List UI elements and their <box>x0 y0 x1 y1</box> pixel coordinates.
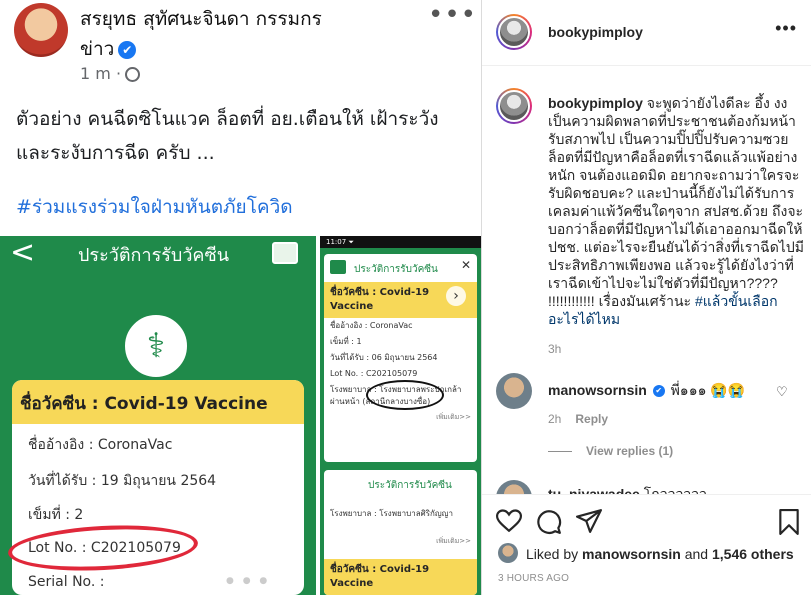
carousel-next-icon[interactable]: › <box>446 286 466 306</box>
liked-by-avatar[interactable] <box>498 543 518 563</box>
phone-more-link-2: เพิ่มเติม>> <box>436 537 471 545</box>
comments-list[interactable]: bookypimploy จะพูดว่ายังไงดีละ อึ้ง งง เ… <box>482 66 811 494</box>
comment-avatar[interactable] <box>496 373 532 409</box>
vaccine-app-icon <box>330 260 346 274</box>
vaccine-date-received: วันที่ได้รับ : 19 มิถุนายน 2564 <box>28 473 217 489</box>
caption-text: จะพูดว่ายังไงดีละ อึ้ง งง เป็นความผิดพลา… <box>548 95 804 309</box>
fb-author-name-line2: ข่าว ✔ <box>80 34 137 64</box>
liked-by-prefix: Liked by <box>526 546 583 562</box>
vaccine-history-title: ประวัติการรับวัคซีน <box>78 245 229 266</box>
vaccine-reference-name: ชื่ออ้างอิง : CoronaVac <box>28 437 173 453</box>
phone-card2-title: ประวัติการรับวัคซีน <box>368 480 452 491</box>
fb-more-icon: ••• <box>428 0 478 30</box>
comment-time[interactable]: 2h <box>548 412 561 426</box>
liked-by-count[interactable]: 1,546 others <box>712 546 794 562</box>
phone-hospital-2: โรงพยาบาล : โรงพยาบาลศิริกัญญา <box>330 509 453 518</box>
id-card-icon <box>272 242 298 264</box>
fb-time-text: 1 m · <box>80 64 122 83</box>
back-arrow-icon: < <box>10 235 36 270</box>
comment-2: tu_niyawadee โกวววววว <box>548 484 707 494</box>
like-heart-icon[interactable] <box>496 509 522 533</box>
vaccine-serial-no: Serial No. : <box>28 574 105 590</box>
caption: bookypimploy จะพูดว่ายังไงดีละ อึ้ง งง เ… <box>548 94 804 328</box>
carousel-dots: ● ● ● <box>226 576 271 586</box>
comment2-username[interactable]: tu_niyawadee <box>548 486 640 494</box>
posted-time[interactable]: 3 HOURS AGO <box>498 573 569 584</box>
vaccine-name: ชื่อวัคซีน : Covid-19 Vaccine <box>12 380 304 424</box>
comment2-avatar[interactable] <box>496 480 532 494</box>
fb-author-name-tail: ข่าว <box>80 38 115 60</box>
reply-button[interactable]: Reply <box>575 412 608 426</box>
comment: manowsornsin ✔ พี่๑๑๑ 😭😭 <box>548 380 745 402</box>
liked-by-text: Liked by manowsornsin and 1,546 others <box>526 546 794 562</box>
author-username[interactable]: bookypimploy <box>548 24 643 40</box>
caption-avatar[interactable] <box>496 88 532 124</box>
comment-like-icon[interactable]: ♡ <box>776 385 788 398</box>
phone-date-received: วันที่ได้รับ : 06 มิถุนายน 2564 <box>330 353 438 362</box>
comment2-text: โกวววววว <box>643 486 707 494</box>
caption-avatar-image <box>498 90 530 122</box>
verified-badge-icon: ✔ <box>118 40 137 59</box>
close-icon: ✕ <box>460 258 471 272</box>
caption-username[interactable]: bookypimploy <box>548 95 643 111</box>
view-replies-button[interactable]: View replies (1) <box>548 444 673 458</box>
phone-more-link: เพิ่มเติม>> <box>436 413 471 421</box>
phone-dose: เข็มที่ : 1 <box>330 337 362 346</box>
phone-reference-name: ชื่ออ้างอิง : CoronaVac <box>330 321 413 330</box>
comment-text: พี่๑๑๑ 😭😭 <box>670 382 746 398</box>
post-media[interactable]: สรยุทธ สุทัศนะจินดา กรรมกร ข่าว ✔ ••• 1 m… <box>0 0 481 595</box>
caption-time[interactable]: 3h <box>548 342 561 356</box>
author-avatar-image <box>498 16 530 48</box>
black-highlight-circle <box>366 380 444 410</box>
phone-vaccine-name-2: ชื่อวัคซีน : Covid-19 Vaccine <box>324 559 477 595</box>
fb-post-text: ตัวอย่าง คนฉีดซิโนแวค ล็อตที่ อย.เตือนให… <box>16 108 439 164</box>
comment-meta: 2h Reply <box>548 412 608 426</box>
liked-by-and: and <box>680 546 712 562</box>
save-bookmark-icon[interactable] <box>778 509 800 535</box>
phone-card-header: ประวัติการรับวัคซีน ✕ <box>324 254 477 282</box>
post-header: bookypimploy ••• <box>482 0 811 66</box>
liked-by-user[interactable]: manowsornsin <box>582 546 681 562</box>
share-icon[interactable] <box>576 509 602 533</box>
author-avatar[interactable] <box>496 14 532 50</box>
globe-icon <box>125 67 141 82</box>
view-replies-label: View replies (1) <box>586 444 674 458</box>
comment-username[interactable]: manowsornsin <box>548 382 647 398</box>
phone-card-title: ประวัติการรับวัคซีน <box>354 264 438 275</box>
phone-status-bar: 11:07 ⏷ <box>320 236 481 248</box>
fb-author-name: สรยุทธ สุทัศนะจินดา กรรมกร <box>80 8 322 30</box>
view-replies-dash <box>548 451 572 453</box>
more-options-icon[interactable]: ••• <box>775 18 797 39</box>
ministry-of-public-health-logo <box>122 312 190 380</box>
vaccine-dose: เข็มที่ : 2 <box>28 507 84 523</box>
fb-post-time: 1 m · <box>80 64 141 83</box>
post-actions: Liked by manowsornsin and 1,546 others 3… <box>482 494 811 595</box>
comment-icon[interactable] <box>536 509 562 535</box>
fb-author-avatar <box>14 3 68 57</box>
post-sidebar: bookypimploy ••• bookypimploy จะพูดว่ายั… <box>481 0 811 595</box>
phone-vaccine-card-2: ประวัติการรับวัคซีน โรงพยาบาล : โรงพยาบา… <box>324 470 477 595</box>
fb-hashtag: #ร่วมแรงร่วมใจฝ่ามหันตภัยโควิด <box>16 196 293 218</box>
comment-verified-icon: ✔ <box>652 385 665 398</box>
